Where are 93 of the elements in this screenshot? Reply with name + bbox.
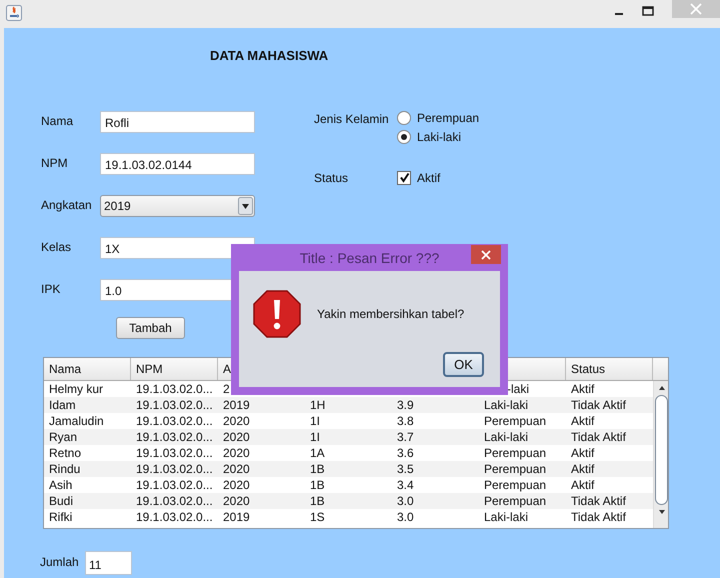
status-label: Status [314,170,350,185]
table-cell: 19.1.03.02.0... [136,510,213,524]
close-icon [690,3,702,15]
table-cell: 3.8 [397,414,414,428]
close-icon [481,250,491,260]
table-cell: Perempuan [484,494,546,508]
field-label: IPK [41,281,62,296]
table-cell: 3.9 [397,398,414,412]
table-cell: Tidak Aktif [571,510,626,524]
dialog-message: Yakin membersihkan tabel? [317,307,464,321]
table-cell: Laki-laki [484,510,528,524]
table-cell: 1A [310,446,325,460]
dialog-close-button[interactable] [471,245,501,264]
field-label: NPM [41,155,69,170]
field-label: Angkatan [41,197,93,212]
check-icon [398,172,410,183]
table-cell: 2020 [223,462,250,476]
app-icon [6,5,22,21]
table-cell: 1B [310,478,325,492]
table-cell: 2 [223,382,230,396]
table-cell: 1H [310,398,326,412]
table-cell: Perempuan [484,414,546,428]
table-cell: Aktif [571,382,594,396]
error-icon [253,290,301,338]
table-cell: Aktif [571,478,594,492]
table-cell: 19.1.03.02.0... [136,414,213,428]
table-cell: 19.1.03.02.0... [136,430,213,444]
column-header[interactable]: NPM [136,362,163,376]
table-cell: 1I [310,430,320,444]
field-label: Nama [41,113,74,128]
table-cell: Helmy kur [49,382,104,396]
table-cell: Tidak Aktif [571,430,626,444]
table-cell: 1I [310,414,320,428]
table-cell: -laki [507,382,530,396]
table-cell: 19.1.03.02.0... [136,382,213,396]
table-cell: 2020 [223,430,250,444]
table-cell: Ryan [49,430,78,444]
table-cell: Idam [49,398,76,412]
table-cell: 1B [310,494,325,508]
count-label: Jumlah [40,554,80,569]
gender-label: Jenis Kelamin [314,111,390,126]
table-cell: Aktif [571,446,594,460]
column-header[interactable]: Nama [49,362,82,376]
column-header[interactable]: Status [571,362,606,376]
table-cell: 19.1.03.02.0... [136,446,213,460]
table-cell: 2020 [223,446,250,460]
add-button[interactable]: Tambah [116,317,185,339]
table-cell: 1S [310,510,325,524]
table-cell: 1B [310,462,325,476]
table-cell: Retno [49,446,82,460]
table-cell: 2019 [223,510,250,524]
table-cell: 2020 [223,494,250,508]
table-cell: 2020 [223,414,250,428]
table-cell: Tidak Aktif [571,398,626,412]
table-cell: Jamaludin [49,414,104,428]
table-cell: Rindu [49,462,80,476]
table-cell: 19.1.03.02.0... [136,398,213,412]
table-cell: 2020 [223,478,250,492]
table-cell: 19.1.03.02.0... [136,494,213,508]
table-cell: Aktif [571,462,594,476]
table-cell: 3.7 [397,430,414,444]
table-cell: 3.0 [397,510,414,524]
table-cell: Rifki [49,510,72,524]
table-cell: Aktif [571,414,594,428]
dialog-title: Title : Pesan Error ??? [300,250,440,266]
radio-option[interactable]: Laki-laki [397,130,480,144]
table-cell: 2019 [223,398,250,412]
table-cell: 19.1.03.02.0... [136,462,213,476]
active-checkbox[interactable]: Aktif [397,170,440,184]
table-cell: Budi [49,494,74,508]
text-field[interactable]: 19.1.03.02.0144 [100,153,255,175]
table-cell: Laki-laki [484,430,528,444]
table-cell: Perempuan [484,446,546,460]
table-cell: 3.0 [397,494,414,508]
table-cell: 3.5 [397,462,414,476]
table-cell: 19.1.03.02.0... [136,478,213,492]
table-cell: Asih [49,478,72,492]
maximize-icon[interactable] [642,6,654,16]
year-dropdown[interactable]: 2019 [100,195,255,217]
ok-button[interactable]: OK [443,352,484,377]
table-cell: Perempuan [484,462,546,476]
table-cell: 3.4 [397,478,414,492]
scrollbar[interactable] [653,381,668,528]
form-heading: DATA MAHASISWA [209,48,330,63]
column-header[interactable]: A [223,362,232,376]
table-cell: Laki-laki [484,398,528,412]
table-cell: Perempuan [484,478,546,492]
field-label: Kelas [41,239,72,254]
table-cell: 3.6 [397,446,414,460]
radio-option[interactable]: Perempuan [397,111,480,125]
table-cell: Tidak Aktif [571,494,626,508]
text-field[interactable]: Rofli [100,111,255,133]
count-field[interactable]: 11 [85,551,132,575]
